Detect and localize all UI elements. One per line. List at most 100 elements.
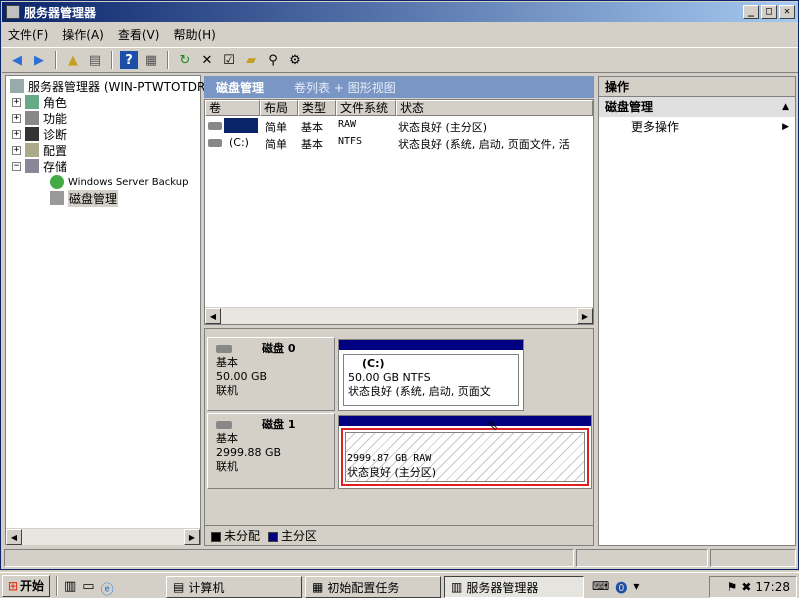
task-server-manager[interactable]: ▥ 服务器管理器 [444, 576, 584, 598]
tree-item-windows-server-backup[interactable]: Windows Server Backup [46, 174, 188, 190]
volume-horizontal-scrollbar[interactable]: ◀ ▶ [205, 307, 593, 324]
menu-file[interactable]: 文件(F) [8, 26, 48, 43]
toolbar: ◀ ▶ ▲ ▤ ? ▦ ↻ ✕ ☑ ▰ ⚲ ⚙ [2, 47, 798, 73]
menu-view[interactable]: 查看(V) [118, 26, 160, 43]
actions-section-disk-management[interactable]: 磁盘管理 ▲ [599, 97, 795, 117]
status-panel [576, 549, 708, 567]
disk-graphical-view: 磁盘 0 基本 50.00 GB 联机 (C:) 50.00 GB NTFS 状… [204, 328, 594, 546]
tree-item-roles[interactable]: + 角色 [12, 94, 67, 110]
tree-item-features[interactable]: + 功能 [12, 110, 67, 126]
disk-management-icon [50, 191, 64, 205]
submenu-arrow-icon: ▶ [782, 122, 789, 132]
show-tree-icon[interactable]: ▤ [86, 51, 104, 69]
tree-item-storage[interactable]: − 存储 [12, 158, 67, 174]
tree-item-configuration[interactable]: + 配置 [12, 142, 67, 158]
show-pane-icon[interactable]: ▦ [142, 51, 160, 69]
partition-c-name: (C:) [362, 357, 385, 370]
clock[interactable]: 17:28 [755, 580, 790, 594]
partition-raw[interactable]: 2999.87 GB RAW 状态良好 (主分区) ⇖ [338, 415, 592, 489]
partition-raw-status: 状态良好 (主分区) [347, 466, 437, 479]
help-circle-icon[interactable]: ⓿ [615, 579, 627, 596]
scroll-right-icon[interactable]: ▶ [577, 308, 593, 324]
forward-arrow-icon[interactable]: ▶ [30, 51, 48, 69]
scroll-left-icon[interactable]: ◀ [6, 529, 22, 545]
disk-0-info[interactable]: 磁盘 0 基本 50.00 GB 联机 [207, 337, 335, 411]
center-header: 磁盘管理 卷列表 + 图形视图 [204, 76, 594, 98]
table-row[interactable]: (C:) 简单 基本 NTFS 状态良好 (系统, 启动, 页面文件, 活 [205, 135, 593, 151]
mouse-cursor-icon: ⇖ [487, 418, 499, 434]
settings-icon[interactable]: ⚙ [286, 51, 304, 69]
chevron-down-icon[interactable]: ▾ [633, 579, 639, 596]
minimize-button[interactable]: _ [743, 5, 759, 19]
drive-icon [208, 139, 222, 147]
title-bar[interactable]: 服务器管理器 _ □ ✕ [2, 2, 798, 22]
disk-1-state: 联机 [216, 460, 238, 473]
expand-icon[interactable]: + [12, 97, 21, 107]
task-initial-config[interactable]: ▦ 初始配置任务 [305, 576, 441, 598]
close-button[interactable]: ✕ [779, 5, 795, 19]
status-panel [710, 549, 796, 567]
computer-icon: ▤ [173, 580, 185, 594]
disk-icon [216, 345, 232, 353]
column-header-filesystem[interactable]: 文件系统 [336, 100, 396, 116]
tree-item-diagnostics[interactable]: + 诊断 [12, 126, 67, 142]
configuration-icon [25, 143, 39, 157]
menu-bar: 文件(F) 操作(A) 查看(V) 帮助(H) [2, 23, 798, 45]
legend-unallocated: 未分配 [211, 527, 260, 544]
expand-icon[interactable]: + [12, 129, 21, 139]
collapse-icon[interactable]: − [12, 161, 21, 171]
disk-0-state: 联机 [216, 384, 238, 397]
task-computer[interactable]: ▤ 计算机 [166, 576, 302, 598]
keyboard-icon[interactable]: ⌨ [592, 579, 609, 596]
volume-muted-icon[interactable]: ✖ [741, 580, 751, 594]
properties-icon[interactable]: ☑ [220, 51, 238, 69]
network-icon[interactable]: ⚑ [727, 580, 738, 594]
up-folder-icon[interactable]: ▲ [64, 51, 82, 69]
browser-icon[interactable]: ⓔ [101, 579, 114, 598]
primary-partition-bar [339, 416, 591, 426]
app-icon [6, 5, 20, 19]
menu-action[interactable]: 操作(A) [62, 26, 104, 43]
partition-c-size: 50.00 GB NTFS [348, 371, 431, 384]
column-header-type[interactable]: 类型 [298, 100, 336, 116]
volume-name-selected [224, 118, 258, 133]
back-arrow-icon[interactable]: ◀ [8, 51, 26, 69]
disk-1-size: 2999.88 GB [216, 446, 282, 459]
expand-icon[interactable]: + [12, 113, 21, 123]
column-header-volume[interactable]: 卷 [205, 100, 260, 116]
server-icon [10, 79, 24, 93]
tree-root[interactable]: 服务器管理器 (WIN-PTWTOTDRL5 [10, 78, 220, 94]
expand-icon[interactable]: + [12, 145, 21, 155]
menu-help[interactable]: 帮助(H) [173, 26, 215, 43]
table-row[interactable]: 简单 基本 RAW 状态良好 (主分区) [205, 118, 593, 134]
open-folder-icon[interactable]: ▰ [242, 51, 260, 69]
config-icon: ▦ [312, 580, 324, 594]
server-manager-window: 服务器管理器 _ □ ✕ 文件(F) 操作(A) 查看(V) 帮助(H) ◀ ▶… [0, 0, 799, 570]
collapse-arrow-icon[interactable]: ▲ [782, 97, 789, 117]
maximize-button[interactable]: □ [761, 5, 777, 19]
status-bar [2, 549, 798, 569]
scroll-left-icon[interactable]: ◀ [205, 308, 221, 324]
more-actions-item[interactable]: 更多操作 ▶ [599, 117, 795, 137]
selection-highlight: 2999.87 GB RAW 状态良好 (主分区) [341, 428, 589, 486]
volume-list: 卷 布局 类型 文件系统 状态 简单 基本 RAW 状态良好 (主分区) (C:… [204, 99, 594, 325]
help-icon[interactable]: ? [120, 51, 138, 69]
tree-horizontal-scrollbar[interactable]: ◀ ▶ [6, 528, 200, 545]
delete-icon[interactable]: ✕ [198, 51, 216, 69]
scroll-right-icon[interactable]: ▶ [184, 529, 200, 545]
primary-partition-bar [339, 340, 523, 350]
server-manager-quicklaunch-icon[interactable]: ▥ [64, 579, 76, 598]
backup-icon [50, 175, 64, 189]
disk-1-info[interactable]: 磁盘 1 基本 2999.88 GB 联机 [207, 413, 335, 489]
tree-pane: 服务器管理器 (WIN-PTWTOTDRL5 + 角色 + 功能 + 诊断 + … [5, 75, 220, 545]
tree-item-disk-management[interactable]: 磁盘管理 [46, 189, 119, 207]
search-icon[interactable]: ⚲ [264, 51, 282, 69]
disk-0-name: 磁盘 0 [262, 342, 296, 355]
partition-c[interactable]: (C:) 50.00 GB NTFS 状态良好 (系统, 启动, 页面文 [338, 339, 524, 411]
column-header-layout[interactable]: 布局 [260, 100, 298, 116]
column-header-status[interactable]: 状态 [396, 100, 593, 116]
show-desktop-icon[interactable]: ▭ [82, 579, 94, 598]
refresh-icon[interactable]: ↻ [176, 51, 194, 69]
disk-1-name: 磁盘 1 [262, 418, 296, 431]
start-button[interactable]: ⊞ 开始 [2, 574, 50, 597]
